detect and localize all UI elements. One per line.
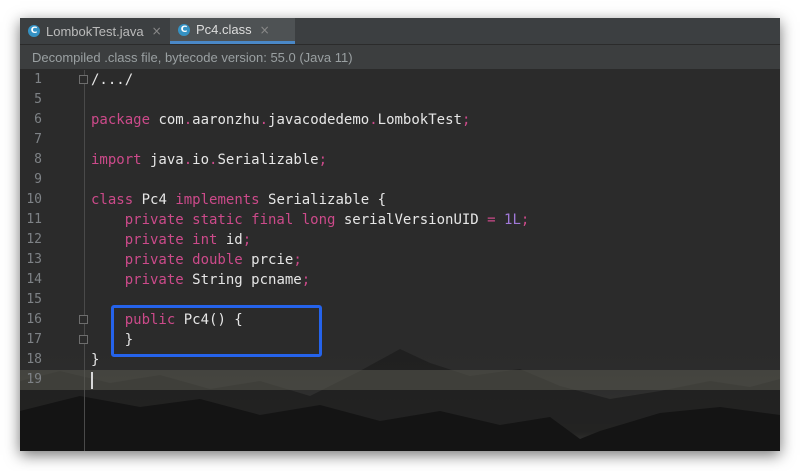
code-line[interactable]: 11 private static final long serialVersi… xyxy=(20,210,780,230)
code-token: Pc4 xyxy=(133,192,176,208)
code-token: private static final long xyxy=(124,212,336,228)
code-token: 1L xyxy=(504,212,521,228)
line-number: 10 xyxy=(26,192,42,207)
code-token: io xyxy=(192,152,210,168)
code-line[interactable]: 19 xyxy=(20,370,780,390)
code-line[interactable]: 7 xyxy=(20,130,780,150)
code-text: package com.aaronzhu.javacodedemo.Lombok… xyxy=(91,110,470,130)
code-line[interactable]: 5 xyxy=(20,90,780,110)
line-number: 7 xyxy=(34,132,42,147)
code-token: import xyxy=(91,152,142,168)
tab-label: LombokTest.java xyxy=(46,23,144,39)
code-token: id xyxy=(217,232,243,248)
code-token: ; xyxy=(461,112,471,128)
code-line[interactable]: 12 private int id; xyxy=(20,230,780,250)
fold-marker-icon[interactable] xyxy=(79,335,88,344)
code-text: private String pcname; xyxy=(91,270,310,290)
code-line[interactable]: 14 private String pcname; xyxy=(20,270,780,290)
text-caret xyxy=(91,372,93,389)
line-number: 19 xyxy=(26,372,42,387)
line-number: 18 xyxy=(26,352,42,367)
line-number: 15 xyxy=(26,292,42,307)
fold-marker-icon[interactable] xyxy=(79,315,88,324)
code-token: class xyxy=(91,192,134,208)
code-token: serialVersionUID xyxy=(335,212,488,228)
constructor-highlight-box xyxy=(111,305,322,357)
java-class-icon: C xyxy=(28,25,40,37)
code-token: Serializable { xyxy=(259,192,387,208)
line-number: 1 xyxy=(34,72,42,87)
code-token: . xyxy=(369,112,378,128)
code-token: /.../ xyxy=(91,72,134,88)
code-token: } xyxy=(91,352,100,368)
code-token: java xyxy=(141,152,184,168)
code-token: ; xyxy=(293,252,302,268)
code-text: private double prcie; xyxy=(91,250,302,270)
code-line[interactable]: 1 /.../ xyxy=(20,70,780,90)
code-token: private double xyxy=(124,252,243,268)
code-token: private int xyxy=(124,232,218,248)
code-editor[interactable]: 1/.../5 6 package com.aaronzhu.javacodedem… xyxy=(20,70,780,451)
code-token: aaronzhu xyxy=(192,112,260,128)
editor-tab-bar: C LombokTest.java × C Pc4.class × xyxy=(20,18,780,45)
code-token: package xyxy=(91,112,151,128)
ide-window: C LombokTest.java × C Pc4.class × Decomp… xyxy=(20,18,780,451)
code-token: . xyxy=(259,112,269,128)
line-number: 12 xyxy=(26,232,42,247)
code-token: com xyxy=(150,112,184,128)
line-number: 17 xyxy=(26,332,42,347)
code-token: . xyxy=(183,152,193,168)
close-icon[interactable]: × xyxy=(152,24,162,38)
code-token: Serializable xyxy=(217,152,319,168)
code-line[interactable]: 9 xyxy=(20,170,780,190)
line-number: 8 xyxy=(34,152,42,167)
code-text: class Pc4 implements Serializable { xyxy=(91,190,386,210)
code-token: ; xyxy=(242,232,252,248)
line-number: 9 xyxy=(34,172,42,187)
java-class-icon: C xyxy=(178,23,190,36)
code-token: private xyxy=(124,272,184,288)
code-token: String pcname xyxy=(183,272,302,288)
code-token: javacodedemo xyxy=(268,112,370,128)
code-token: ; xyxy=(318,152,328,168)
code-text: private int id; xyxy=(91,230,251,250)
line-number: 14 xyxy=(26,272,42,287)
decompiled-banner: Decompiled .class file, bytecode version… xyxy=(20,45,780,69)
line-number: 16 xyxy=(26,312,42,327)
code-token: ; xyxy=(520,212,530,228)
code-line[interactable]: 13 private double prcie; xyxy=(20,250,780,270)
tab-label: Pc4.class xyxy=(196,22,252,37)
code-token: ; xyxy=(301,272,311,288)
line-number: 5 xyxy=(34,92,42,107)
code-text: private static final long serialVersionU… xyxy=(91,210,530,230)
line-number: 6 xyxy=(34,112,42,127)
code-text: import java.io.Serializable; xyxy=(91,150,327,170)
line-number: 11 xyxy=(26,212,42,227)
code-token: LombokTest xyxy=(377,112,462,128)
fold-marker-icon[interactable] xyxy=(79,75,88,84)
code-text: } xyxy=(91,350,99,370)
close-icon[interactable]: × xyxy=(260,23,270,37)
line-number: 13 xyxy=(26,252,42,267)
code-token: implements xyxy=(175,192,260,208)
code-token: = xyxy=(487,212,496,228)
code-line[interactable]: 8 import java.io.Serializable; xyxy=(20,150,780,170)
code-token: . xyxy=(183,112,193,128)
code-token: prcie xyxy=(242,252,294,268)
tab-pc4-class[interactable]: C Pc4.class × xyxy=(170,18,295,44)
code-text: /.../ xyxy=(91,70,133,90)
code-line[interactable]: 6 package com.aaronzhu.javacodedemo.Lombo… xyxy=(20,110,780,130)
tab-lomboktest-java[interactable]: C LombokTest.java × xyxy=(20,18,170,44)
code-line[interactable]: 10 class Pc4 implements Serializable { xyxy=(20,190,780,210)
